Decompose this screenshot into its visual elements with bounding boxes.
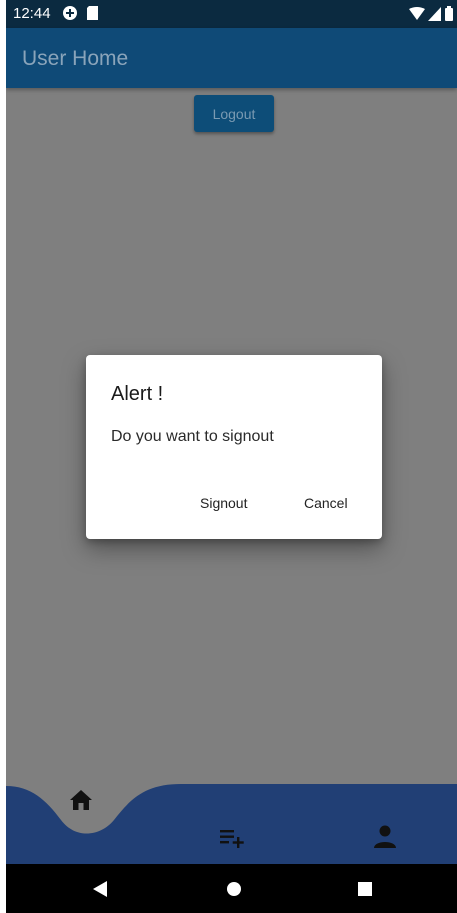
playlist-add-icon[interactable] <box>220 830 246 848</box>
page-title: User Home <box>22 47 129 70</box>
wifi-icon <box>409 6 425 25</box>
cellular-signal-icon <box>428 6 442 25</box>
cancel-button[interactable]: Cancel <box>304 495 348 511</box>
back-icon[interactable] <box>93 881 107 902</box>
person-icon[interactable] <box>373 824 397 848</box>
status-bar: 12:44 <box>6 0 457 28</box>
status-right-icons <box>409 6 453 25</box>
dialog-message: Do you want to signout <box>111 428 274 445</box>
system-navigation-bar <box>6 864 457 913</box>
battery-icon <box>445 6 453 25</box>
app-bar: User Home <box>6 28 457 88</box>
signout-button[interactable]: Signout <box>200 495 247 511</box>
status-time: 12:44 <box>13 5 51 22</box>
logout-button[interactable]: Logout <box>194 95 274 132</box>
recents-icon[interactable] <box>358 882 372 901</box>
bottom-navigation <box>6 780 457 864</box>
home-icon[interactable] <box>69 789 93 811</box>
alert-dialog: Alert ! Do you want to signout Signout C… <box>86 355 382 539</box>
sd-card-icon <box>86 5 99 25</box>
app-screen: 12:44 User Home Logout Alert ! Do you wa… <box>6 0 457 913</box>
data-saver-icon <box>62 5 78 25</box>
home-circle-icon[interactable] <box>226 881 242 902</box>
dialog-title: Alert ! <box>111 383 164 405</box>
